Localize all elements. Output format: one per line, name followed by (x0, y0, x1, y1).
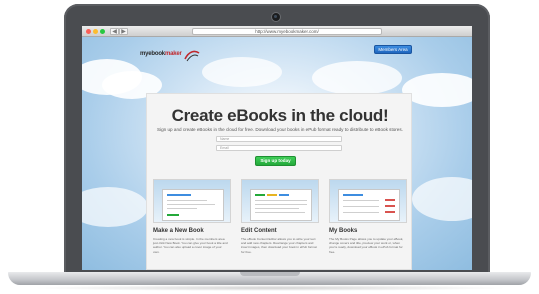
thumbnail-bar (385, 211, 395, 213)
forward-arrow-icon[interactable]: ▶ (119, 28, 128, 35)
minimize-window-icon[interactable] (93, 29, 98, 34)
thumbnail-bar (385, 205, 395, 207)
page-subtitle: Sign up and create eBooks in the cloud f… (157, 127, 403, 132)
browser-toolbar: ◀ ▶ http://www.myebookmaker.com/ (82, 26, 472, 37)
feature-card-my-books: My Books The My Books Page allows you to… (329, 179, 407, 269)
back-arrow-icon[interactable]: ◀ (110, 28, 119, 35)
thumbnail-bar (343, 194, 363, 196)
book-swoosh-icon (184, 50, 200, 62)
close-window-icon[interactable] (86, 29, 91, 34)
name-input[interactable]: Name (216, 136, 342, 142)
thumbnail-line (167, 200, 207, 201)
thumbnail-line (255, 200, 307, 201)
cloud-decoration (82, 187, 148, 227)
thumbnail-bar (255, 194, 265, 196)
feature-screenshot (153, 179, 231, 223)
cloud-decoration (402, 73, 472, 107)
feature-screenshot (241, 179, 319, 223)
feature-card-new-book: Make a New Book Creating a new book is s… (153, 179, 231, 269)
thumbnail-line (255, 204, 307, 205)
page-background: myebookmaker Members Area Create eBooks … (82, 37, 472, 270)
thumbnail-line (167, 204, 215, 205)
thumbnail-bar (167, 194, 191, 196)
thumbnail-bar (167, 214, 179, 216)
members-area-button[interactable]: Members Area (374, 45, 412, 54)
logo-text: myebookmaker (140, 51, 182, 57)
page-title: Create eBooks in the cloud! (171, 106, 389, 125)
thumbnail-line (167, 208, 197, 209)
thumbnail-window (162, 189, 224, 221)
maximize-window-icon[interactable] (100, 29, 105, 34)
feature-description: Creating a new book is simple. In the me… (153, 237, 228, 254)
thumbnail-bar (385, 199, 395, 201)
site-logo[interactable]: myebookmaker (140, 49, 202, 65)
thumbnail-window (338, 189, 400, 221)
thumbnail-window (250, 189, 312, 221)
thumbnail-line (343, 206, 379, 207)
thumbnail-line (343, 212, 379, 213)
laptop-screen: ◀ ▶ http://www.myebookmaker.com/ myebook… (82, 26, 472, 270)
thumbnail-line (343, 200, 379, 201)
thumbnail-line (255, 208, 299, 209)
signup-panel: Create eBooks in the cloud! Sign up and … (146, 93, 412, 270)
feature-description: The My Books Page allows you to update y… (329, 237, 404, 254)
camera-icon (272, 13, 280, 21)
feature-title: Make a New Book (153, 228, 204, 234)
signup-button[interactable]: Sign up today (255, 156, 296, 166)
laptop-base-notch (240, 272, 300, 276)
thumbnail-bar (267, 194, 277, 196)
feature-card-edit-content: Edit Content The eBook Content Editor al… (241, 179, 319, 269)
feature-screenshot (329, 179, 407, 223)
feature-description: The eBook Content Editor allows you to w… (241, 237, 317, 254)
address-bar[interactable]: http://www.myebookmaker.com/ (192, 28, 382, 35)
cloud-decoration (312, 61, 402, 95)
laptop-base (8, 272, 531, 285)
thumbnail-bar (279, 194, 289, 196)
cloud-decoration (412, 177, 472, 221)
feature-title: My Books (329, 228, 358, 234)
thumbnail-line (255, 212, 305, 213)
email-input[interactable]: Email (216, 145, 342, 151)
feature-title: Edit Content (241, 228, 277, 234)
laptop-shadow (30, 285, 510, 291)
cloud-decoration (202, 57, 282, 87)
